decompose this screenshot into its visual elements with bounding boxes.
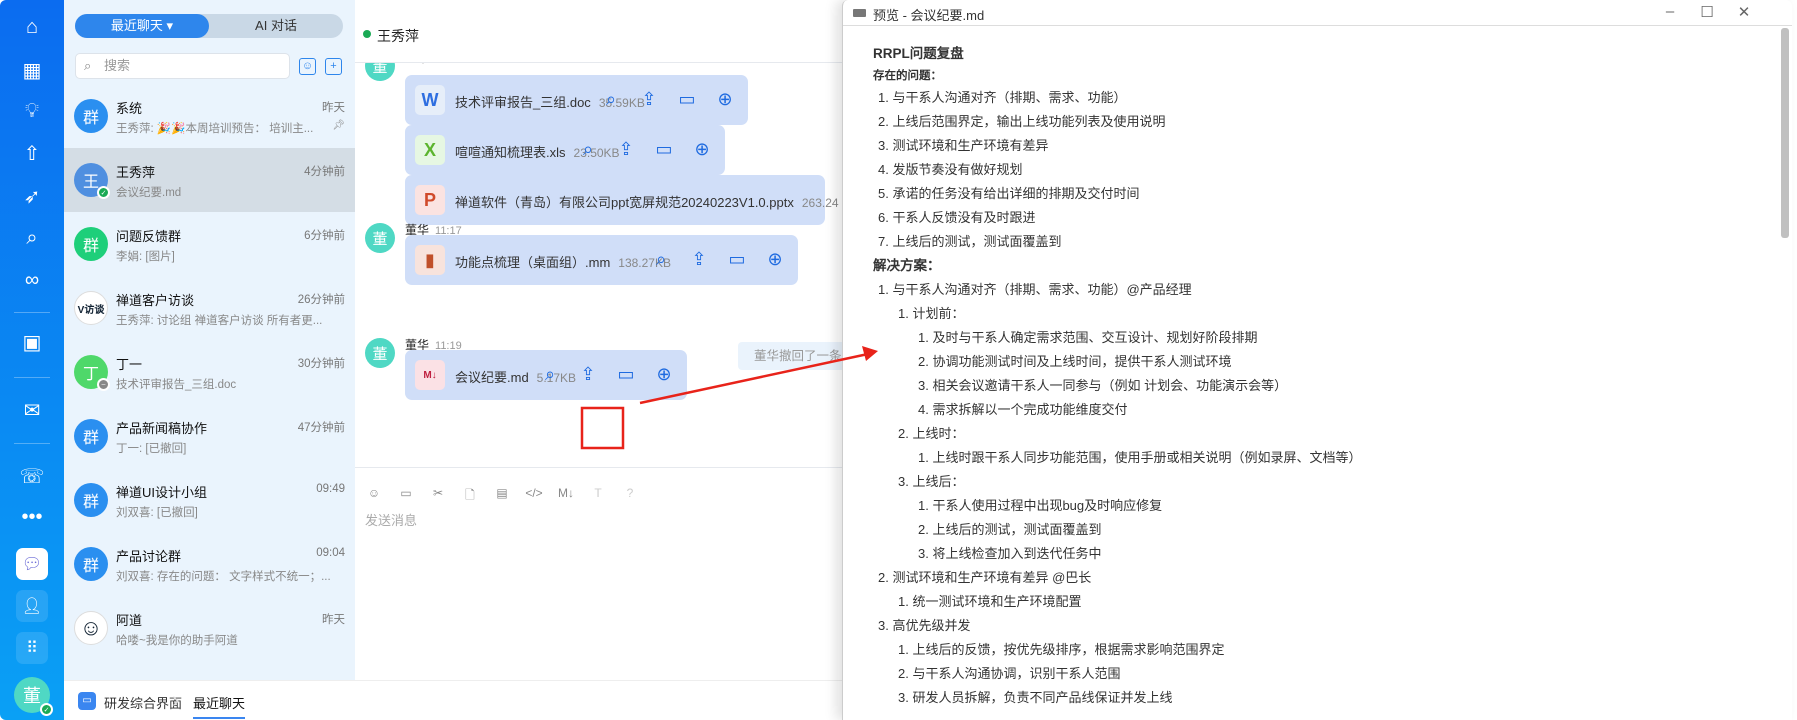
annotation-overlay — [580, 346, 878, 450]
highlight-box — [580, 406, 625, 450]
arrow-head — [862, 346, 878, 361]
annotation-arrow — [639, 352, 869, 405]
app-window: ⌂ ▦ 💡︎ ⇧ ➶ ⌕ ∞ ▣ ✉ ☏ ••• 💬︎ 👤︎ ⠿ 董 ✓ 最近聊天… — [0, 0, 1797, 720]
